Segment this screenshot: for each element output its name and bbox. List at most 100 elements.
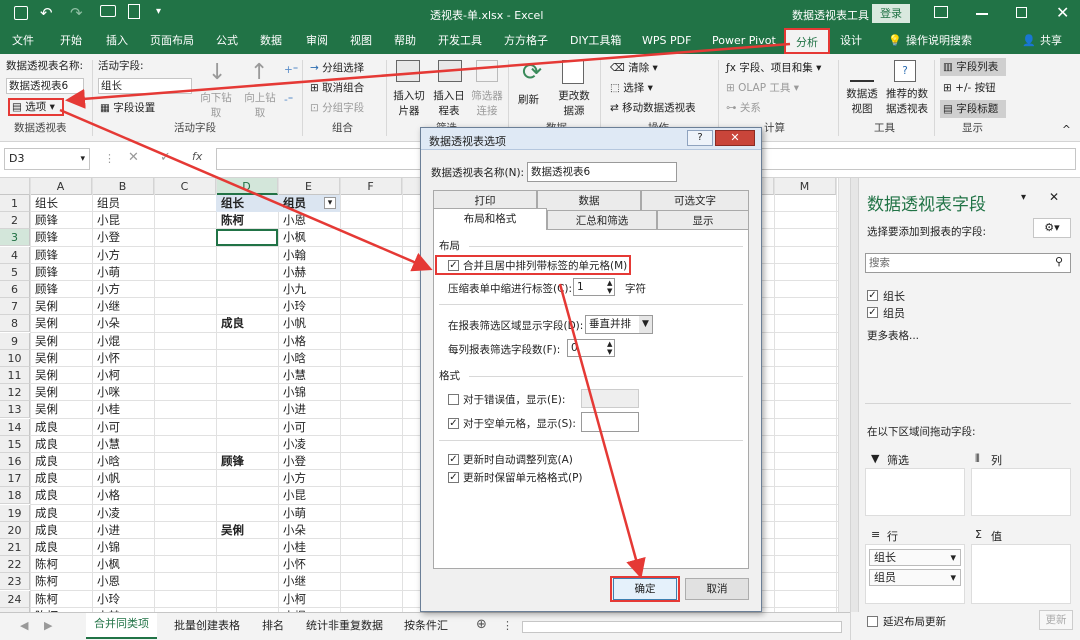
cell-a[interactable]: 吴俐 (30, 367, 92, 384)
cell-b[interactable]: 小凌 (92, 505, 154, 522)
error-values-input[interactable] (581, 389, 639, 408)
row-header[interactable]: 3 (0, 229, 30, 247)
preserve-format-checkbox[interactable]: ✓ (448, 472, 459, 483)
name-box[interactable]: D3 ▾ (4, 148, 90, 170)
pivot-group-label[interactable]: 陈柯 (216, 212, 278, 229)
cell-b[interactable]: 小枫 (92, 556, 154, 573)
pivot-header-member[interactable]: 组员 ▾ (278, 195, 340, 212)
tab-help[interactable]: 帮助 (394, 28, 416, 54)
cell-a[interactable]: 成良 (30, 505, 92, 522)
cell-a[interactable]: 成良 (30, 539, 92, 556)
paste-icon[interactable] (128, 4, 140, 19)
help-icon[interactable]: ? (687, 130, 713, 146)
save-icon[interactable] (14, 6, 28, 20)
pivot-member-cell[interactable]: 小赫 (278, 264, 340, 281)
field-settings-button[interactable]: ▦ 字段设置 (100, 100, 155, 115)
tab-display[interactable]: 显示 (657, 210, 749, 230)
tab-fangfang[interactable]: 方方格子 (504, 28, 548, 54)
cell-b[interactable]: 小晗 (92, 453, 154, 470)
tab-alt-text[interactable]: 可选文字 (641, 190, 749, 210)
column-header[interactable]: A (30, 178, 92, 195)
sheet-tab[interactable]: 批量创建表格 (166, 615, 248, 637)
collapse-field-icon[interactable]: -⁼ (284, 94, 293, 106)
cell-b[interactable]: 小恩 (92, 573, 154, 590)
cell-b[interactable]: 小锦 (92, 539, 154, 556)
pivot-member-cell[interactable]: 小柯 (278, 591, 340, 608)
tab-developer[interactable]: 开发工具 (438, 28, 482, 54)
cell-a[interactable]: 吴俐 (30, 298, 92, 315)
cell-b[interactable]: 小可 (92, 419, 154, 436)
select-button[interactable]: ⬚ 选择 ▾ (610, 80, 653, 95)
minimize-icon[interactable] (976, 13, 988, 15)
cell-b[interactable]: 小桂 (92, 401, 154, 418)
camera-icon[interactable] (100, 5, 116, 17)
pivot-member-cell[interactable]: 小进 (278, 401, 340, 418)
pane-menu-icon[interactable]: ▾ (1021, 192, 1026, 203)
cell-a[interactable]: 成良 (30, 436, 92, 453)
pivot-member-cell[interactable]: 小怀 (278, 556, 340, 573)
error-values-checkbox[interactable] (448, 394, 459, 405)
cell-b[interactable]: 小昆 (92, 212, 154, 229)
cell-b[interactable]: 小帆 (92, 470, 154, 487)
ungroup-button[interactable]: ⊞ 取消组合 (310, 80, 364, 95)
pivot-group-label[interactable]: 顾锋 (216, 453, 278, 470)
cell-a[interactable]: 顾锋 (30, 281, 92, 298)
tab-view[interactable]: 视图 (350, 28, 372, 54)
pivotchart-button[interactable]: 数据透视图 (842, 86, 882, 116)
autofit-checkbox[interactable]: ✓ (448, 454, 459, 465)
filter-connections-button[interactable]: 筛选器连接 (470, 88, 504, 118)
row-header[interactable]: 22 (0, 556, 30, 574)
row-header[interactable]: 19 (0, 504, 30, 522)
pane-close-icon[interactable]: ✕ (1049, 190, 1059, 204)
cell-b[interactable]: 小焜 (92, 333, 154, 350)
row-header[interactable]: 24 (0, 590, 30, 608)
group-selection-button[interactable]: → 分组选择 (310, 60, 364, 75)
insert-timeline-button[interactable]: 插入日程表 (432, 88, 466, 118)
column-header[interactable]: D (216, 178, 278, 195)
change-source-button[interactable]: 更改数据源 (556, 88, 592, 118)
cell-b[interactable]: 小格 (92, 487, 154, 504)
pivot-member-cell[interactable]: 小晗 (278, 350, 340, 367)
gear-icon[interactable]: ⚙▾ (1033, 218, 1071, 238)
sheet-tab[interactable]: 按条件汇 (396, 615, 456, 637)
refresh-button[interactable]: 刷新 (518, 92, 539, 107)
cell-b[interactable]: 小方 (92, 247, 154, 264)
olap-tools-button[interactable]: ⊞ OLAP 工具 ▾ (726, 80, 799, 95)
cell-a[interactable]: 成良 (30, 522, 92, 539)
recommended-pt-button[interactable]: 推荐的数据透视表 (882, 86, 932, 116)
tab-print[interactable]: 打印 (433, 190, 537, 210)
pivot-member-cell[interactable]: 小登 (278, 453, 340, 470)
cell-b[interactable]: 小方 (92, 281, 154, 298)
sheet-tab-active[interactable]: 合并同类项 (86, 613, 157, 639)
cell-b[interactable]: 小怀 (92, 350, 154, 367)
column-header[interactable]: B (92, 178, 154, 195)
pivot-member-cell[interactable]: 小桂 (278, 539, 340, 556)
fields-items-sets-button[interactable]: ƒx 字段、项目和集 ▾ (726, 60, 821, 75)
empty-cells-input[interactable] (581, 412, 639, 432)
row-header[interactable]: 9 (0, 332, 30, 350)
expand-field-icon[interactable]: +⁼ (284, 64, 298, 76)
customize-qat-icon[interactable]: ▾ (156, 6, 161, 17)
cell-b[interactable]: 小登 (92, 229, 154, 246)
merge-center-checkbox[interactable]: ✓ (448, 260, 459, 271)
empty-cells-checkbox[interactable]: ✓ (448, 418, 459, 429)
tab-diy[interactable]: DIY工具箱 (570, 28, 621, 54)
pt-name-input[interactable]: 数据透视表6 (6, 78, 84, 94)
pivot-member-cell[interactable]: 小慧 (278, 367, 340, 384)
pivot-member-cell[interactable]: 小可 (278, 419, 340, 436)
redo-icon[interactable]: ↷ (70, 4, 83, 22)
row-header[interactable]: 10 (0, 349, 30, 367)
next-sheet-icon[interactable]: ▶ (44, 619, 52, 632)
cell-a[interactable]: 陈柯 (30, 556, 92, 573)
row-header[interactable]: 11 (0, 367, 30, 384)
close-icon[interactable]: ✕ (1056, 3, 1069, 22)
pivot-group-label[interactable]: 吴俐 (216, 522, 278, 539)
vertical-scrollbar[interactable] (838, 178, 850, 612)
row-header[interactable]: 6 (0, 281, 30, 298)
row-header[interactable]: 16 (0, 453, 30, 470)
cell-b[interactable]: 小慧 (92, 436, 154, 453)
enter-icon[interactable]: ✓ (160, 150, 171, 165)
rows-drop-area[interactable]: 组长 ▾ 组员 ▾ (865, 544, 965, 604)
cell-a[interactable]: 陈柯 (30, 591, 92, 608)
filter-dropdown-icon[interactable]: ▾ (324, 197, 336, 209)
